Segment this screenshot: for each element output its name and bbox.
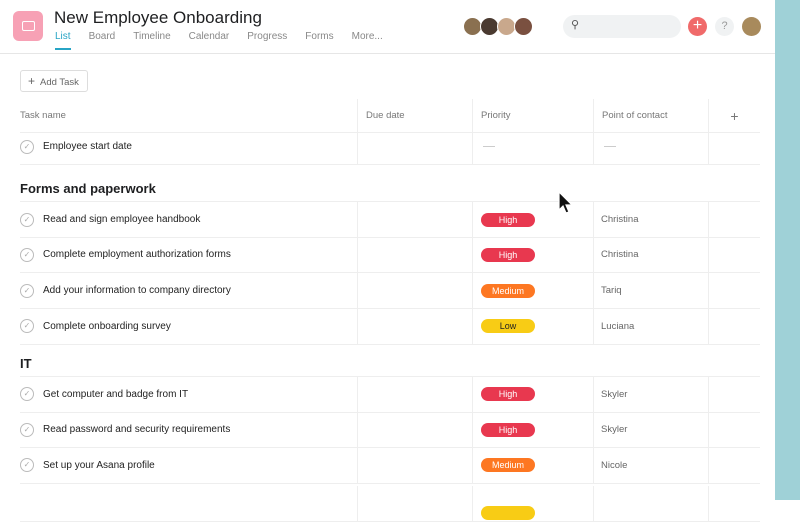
user-avatar[interactable] — [742, 17, 761, 36]
task-row[interactable]: ✓ Employee start date — [20, 129, 760, 165]
add-column-button[interactable]: + — [708, 99, 760, 132]
column-point-of-contact[interactable]: Point of contact — [593, 99, 708, 132]
contact-name[interactable]: Christina — [594, 249, 639, 260]
page-title: New Employee Onboarding — [54, 8, 262, 27]
complete-checkbox-icon[interactable]: ✓ — [20, 422, 34, 437]
priority-badge[interactable]: Low — [481, 319, 535, 334]
empty-priority[interactable] — [483, 146, 495, 147]
plus-icon: + — [28, 74, 36, 88]
task-row[interactable]: ✓ Complete employment authorization forms… — [20, 237, 760, 274]
task-name[interactable]: Read password and security requirements — [43, 424, 230, 435]
column-priority[interactable]: Priority — [472, 99, 593, 132]
column-task-name[interactable]: Task name — [20, 99, 357, 132]
tab-list[interactable]: List — [55, 31, 71, 50]
mouse-cursor-icon — [558, 191, 574, 214]
quick-add-button[interactable]: + — [688, 17, 707, 36]
due-date-cell[interactable] — [357, 237, 472, 273]
section-divider — [20, 172, 760, 202]
search-input[interactable]: ⚲ — [563, 15, 681, 38]
column-header-row: Task name Due date Priority Point of con… — [20, 99, 760, 133]
add-task-button[interactable]: + Add Task — [20, 70, 88, 92]
search-icon: ⚲ — [571, 19, 580, 31]
task-row[interactable]: ✓ Set up your Asana profile Medium Nicole — [20, 448, 760, 484]
complete-checkbox-icon[interactable]: ✓ — [20, 387, 34, 402]
task-name[interactable]: Complete employment authorization forms — [43, 249, 231, 260]
task-row[interactable]: ✓ Complete onboarding survey Low Luciana — [20, 309, 760, 345]
complete-checkbox-icon[interactable]: ✓ — [20, 212, 34, 227]
contact-name[interactable]: Tariq — [594, 285, 622, 296]
project-tabs: List Board Timeline Calendar Progress Fo… — [55, 31, 401, 50]
tab-timeline[interactable]: Timeline — [133, 31, 170, 50]
contact-name[interactable]: Nicole — [594, 460, 627, 471]
empty-contact[interactable] — [604, 146, 616, 147]
task-row[interactable]: ✓ Read password and security requirements… — [20, 412, 760, 448]
complete-checkbox-icon[interactable]: ✓ — [20, 319, 34, 334]
due-date-cell[interactable] — [357, 202, 472, 237]
contact-name[interactable]: Skyler — [594, 424, 627, 435]
task-name[interactable]: Set up your Asana profile — [43, 460, 155, 471]
task-row-partial[interactable] — [20, 485, 760, 522]
tab-board[interactable]: Board — [89, 31, 116, 50]
priority-badge[interactable]: High — [481, 212, 535, 227]
project-list-icon — [13, 11, 43, 41]
priority-badge[interactable]: Medium — [481, 458, 535, 473]
task-name[interactable]: Read and sign employee handbook — [43, 214, 200, 225]
task-name[interactable]: Get computer and badge from IT — [43, 389, 188, 400]
project-members[interactable] — [463, 17, 533, 36]
column-due-date[interactable]: Due date — [357, 99, 472, 132]
priority-badge[interactable]: Medium — [481, 283, 535, 298]
help-button[interactable]: ? — [715, 17, 734, 36]
due-date-cell[interactable] — [357, 309, 472, 344]
due-date-cell[interactable] — [357, 376, 472, 412]
tab-forms[interactable]: Forms — [305, 31, 333, 50]
project-header: New Employee Onboarding List Board Timel… — [0, 0, 775, 54]
contact-name[interactable]: Luciana — [594, 321, 634, 332]
due-date-cell[interactable] — [357, 273, 472, 308]
due-date-cell[interactable] — [357, 412, 472, 447]
section-divider — [20, 347, 760, 377]
task-row[interactable]: ✓ Get computer and badge from IT High Sky… — [20, 376, 760, 413]
task-row[interactable]: ✓ Add your information to company directo… — [20, 273, 760, 309]
complete-checkbox-icon[interactable]: ✓ — [20, 247, 34, 262]
task-name[interactable]: Add your information to company director… — [43, 285, 231, 296]
due-date-cell[interactable] — [357, 448, 472, 483]
add-task-label: Add Task — [40, 77, 79, 88]
complete-checkbox-icon[interactable]: ✓ — [20, 139, 34, 154]
priority-badge[interactable]: High — [481, 247, 535, 262]
priority-badge[interactable]: High — [481, 387, 535, 402]
contact-name[interactable]: Skyler — [594, 389, 627, 400]
complete-checkbox-icon[interactable]: ✓ — [20, 458, 34, 473]
priority-badge[interactable] — [481, 506, 535, 521]
tab-more[interactable]: More... — [352, 31, 383, 50]
complete-checkbox-icon[interactable]: ✓ — [20, 283, 34, 298]
background-strip — [775, 0, 800, 500]
contact-name[interactable]: Christina — [594, 214, 639, 225]
avatar[interactable] — [514, 17, 533, 36]
tab-progress[interactable]: Progress — [247, 31, 287, 50]
priority-badge[interactable]: High — [481, 422, 535, 437]
task-name[interactable]: Employee start date — [43, 141, 132, 152]
task-name[interactable]: Complete onboarding survey — [43, 321, 171, 332]
tab-calendar[interactable]: Calendar — [189, 31, 230, 50]
task-row[interactable]: ✓ Read and sign employee handbook High Ch… — [20, 202, 760, 238]
